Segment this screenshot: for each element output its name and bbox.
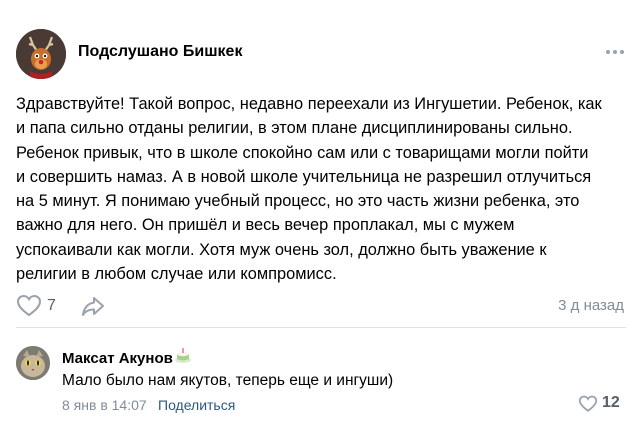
post-text-line: Здравствуйте! Такой вопрос, недавно пере…: [16, 95, 602, 113]
share-arrow-icon: [82, 297, 104, 316]
cat-avatar-icon: [16, 346, 50, 380]
post-text-line: религии в любом случае или компромисс.: [16, 265, 337, 284]
comment: Максат Акунов Мало было нам якутов, тепе…: [16, 345, 626, 420]
post-text: Здравствуйте! Такой вопрос, недавно пере…: [16, 92, 626, 286]
share-button[interactable]: [80, 293, 106, 319]
like-count: 7: [47, 297, 56, 314]
group-name[interactable]: Подслушано Бишкек: [78, 43, 242, 61]
post-actions: 7 3 д назад: [16, 291, 626, 321]
post-text-line: Ребенок привык, что в школе спокойно сам…: [16, 143, 589, 162]
heart-outline-icon: [16, 294, 42, 317]
comment-date[interactable]: 8 янв в 14:07: [62, 397, 147, 413]
reindeer-logo-icon: [16, 29, 66, 79]
comment-like-button[interactable]: 12: [578, 392, 626, 416]
heart-outline-icon: [578, 395, 598, 412]
group-avatar[interactable]: [16, 29, 66, 79]
divider: [16, 327, 626, 328]
cake-badge-icon[interactable]: [174, 346, 192, 364]
like-button[interactable]: 7: [16, 293, 70, 319]
post-text-line: и папа сильно отданы религии, в этом пла…: [16, 119, 573, 138]
comment-share-link[interactable]: Поделиться: [158, 397, 235, 413]
post-text-line: на 5 минут. Я понимаю учебный процесс, н…: [16, 192, 580, 211]
post-text-line: важно для него. Он пришёл и весь вечер п…: [16, 216, 515, 235]
more-dots-icon[interactable]: [606, 45, 626, 59]
post-timestamp[interactable]: 3 д назад: [558, 297, 624, 314]
comment-author[interactable]: Максат Акунов: [62, 350, 173, 367]
comment-like-count: 12: [602, 394, 620, 411]
post-text-line: и совершить намаз. А в новой школе учите…: [16, 167, 592, 186]
post-text-line: успокаивали как могли. Хотя муж очень зо…: [16, 240, 547, 259]
comment-text: Мало было нам якутов, теперь еще и ингуш…: [62, 372, 394, 389]
user-avatar[interactable]: [16, 346, 50, 380]
post-header: Подслушано Бишкек: [16, 29, 626, 79]
